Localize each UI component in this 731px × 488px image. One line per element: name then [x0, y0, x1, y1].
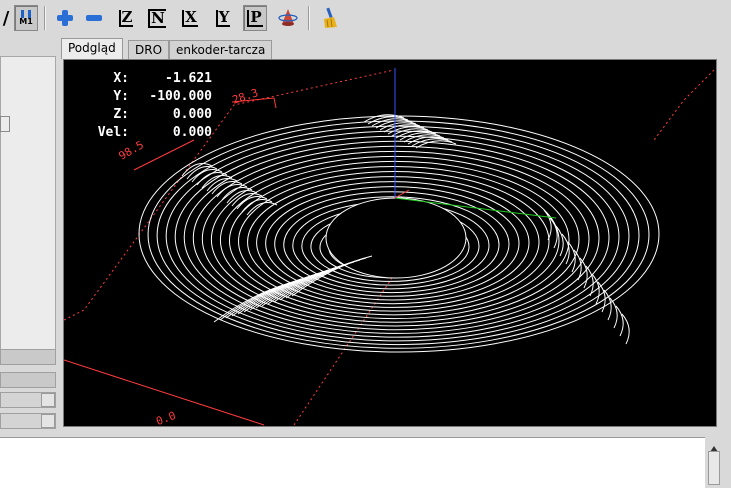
m1-icon: M1: [19, 10, 33, 26]
dro-overlay: X: -1.621 Y: -100.000 Z: 0.000 Vel: 0.00…: [64, 70, 212, 240]
vertical-scrollbar[interactable]: [705, 437, 731, 487]
view-z2-label: N: [148, 8, 166, 28]
tab-podglad[interactable]: Podgląd: [61, 38, 123, 59]
machine-limit-edge: [653, 69, 715, 141]
view-z-button[interactable]: Z: [114, 5, 138, 31]
m1-toggle-button[interactable]: M1: [14, 5, 38, 31]
left-panel-spinbox[interactable]: [0, 413, 56, 429]
spin-arrows[interactable]: [41, 414, 55, 428]
dro-z-value: 0.000: [172, 107, 212, 122]
toolbar-separator: [44, 6, 46, 30]
left-panel-slider[interactable]: [0, 372, 56, 388]
view-x-button[interactable]: X: [178, 5, 202, 31]
gcode-text-area[interactable]: [0, 437, 705, 488]
dro-vel-value: 0.000: [172, 125, 212, 140]
toolbar: / M1 Z N X Y P: [0, 0, 731, 36]
rotate-view-button[interactable]: [276, 5, 300, 31]
zoom-in-button[interactable]: [53, 5, 77, 31]
scroll-thumb[interactable]: [708, 451, 720, 485]
left-panel-button[interactable]: [0, 116, 10, 132]
view-z2-button[interactable]: N: [145, 5, 169, 31]
dro-y-value: -100.000: [149, 89, 212, 104]
view-x-label: X: [182, 9, 198, 27]
toolbar-separator: [308, 6, 310, 30]
machine-limit-edge: [293, 274, 395, 426]
view-p-label: P: [247, 9, 263, 27]
slash-icon: /: [2, 7, 10, 29]
left-panel-spinbox[interactable]: [0, 392, 56, 408]
right-strip: [718, 36, 731, 436]
spin-arrows[interactable]: [41, 393, 55, 407]
view-y-label: Y: [215, 9, 231, 27]
rotate-cone-icon: [278, 9, 298, 26]
broom-icon: [324, 7, 337, 28]
tab-dro[interactable]: DRO: [128, 40, 170, 59]
scroll-up-arrow[interactable]: [709, 439, 719, 452]
view-p-button[interactable]: P: [243, 5, 267, 31]
minus-icon: [86, 15, 102, 21]
toolpath-preview[interactable]: X: -1.621 Y: -100.000 Z: 0.000 Vel: 0.00…: [63, 59, 717, 427]
left-panel-box: [0, 56, 56, 359]
tab-enkoder-tarcza[interactable]: enkoder-tarcza: [169, 40, 273, 59]
dro-x-value: -1.621: [165, 71, 212, 86]
clear-plot-button[interactable]: [318, 5, 342, 31]
left-panel: [0, 36, 56, 431]
toolpath-inner-hole: [325, 197, 467, 279]
zoom-out-button[interactable]: [82, 5, 106, 31]
view-z-label: Z: [118, 9, 134, 27]
view-y-button[interactable]: Y: [211, 5, 235, 31]
plus-icon: [57, 10, 73, 26]
left-panel-slider[interactable]: [0, 349, 56, 365]
